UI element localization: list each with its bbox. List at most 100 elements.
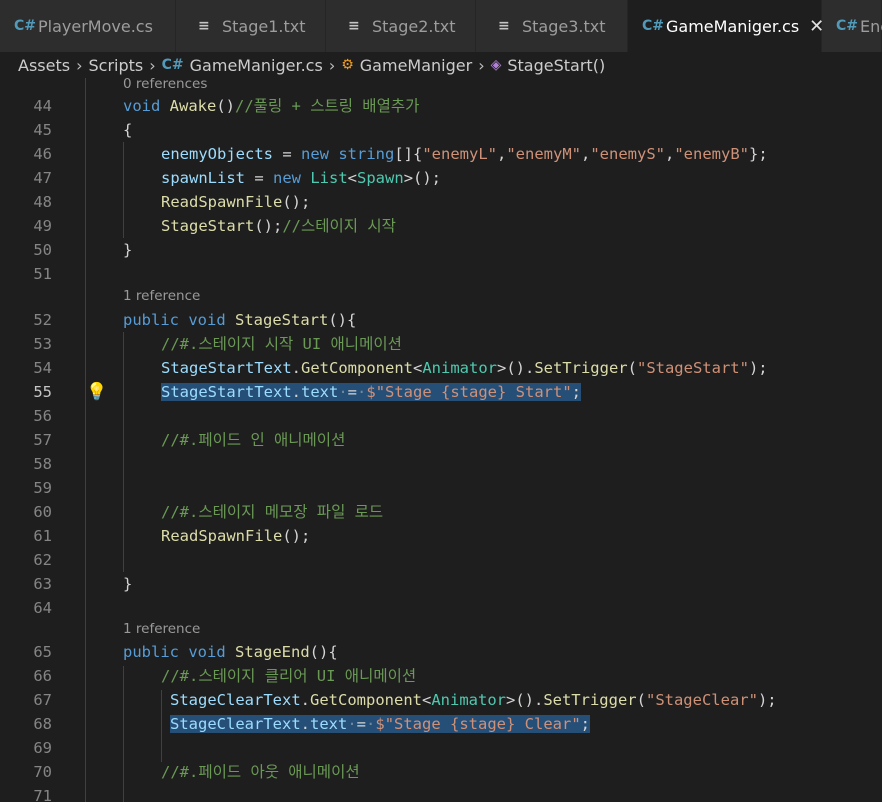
breadcrumb-method[interactable]: StageStart() [507, 56, 605, 75]
chevron-right-icon: › [76, 55, 83, 75]
code-line: 45 { [0, 118, 882, 142]
code-comment: //#.스테이지 시작 UI 애니메이션 [161, 335, 402, 353]
code-line: 69 [0, 736, 882, 760]
csharp-icon: C# [836, 18, 859, 34]
code-line: 68 StageClearText.text·=·$"Stage {stage}… [0, 712, 882, 736]
code-line: 64 [0, 596, 882, 620]
code-line: 66 //#.스테이지 클리어 UI 애니메이션 [0, 664, 882, 688]
tab-label: Stage2.txt [372, 16, 456, 36]
code-line: 67 StageClearText.GetComponent<Animator>… [0, 688, 882, 712]
line-number: 56 [33, 407, 52, 425]
breadcrumb-scripts[interactable]: Scripts [88, 56, 143, 75]
code-line: 62 [0, 548, 882, 572]
breadcrumb-class[interactable]: GameManiger [360, 56, 472, 75]
breadcrumb: Assets › Scripts › C# GameManiger.cs › ⚙… [0, 52, 882, 78]
breadcrumb-assets[interactable]: Assets [18, 56, 70, 75]
tab-stage2[interactable]: ≡ Stage2.txt [326, 0, 476, 52]
code-line: 63 } [0, 572, 882, 596]
line-number: 59 [33, 479, 52, 497]
code-string: "enemyM" [506, 145, 581, 163]
code-line: 47 spawnList = new List<Spawn>(); [0, 166, 882, 190]
code-line: 60 //#.스테이지 메모장 파일 로드 [0, 500, 882, 524]
line-number: 67 [33, 691, 52, 709]
text-file-icon: ≡ [348, 18, 360, 34]
code-comment: //풀링 + 스트링 배열추가 [235, 97, 420, 115]
line-number: 61 [33, 527, 52, 545]
line-number: 66 [33, 667, 52, 685]
method-cube-icon: ◈ [490, 57, 502, 73]
code-lens-references[interactable]: 1 reference [123, 619, 200, 639]
code-line: 46 enemyObjects = new string[]{"enemyL",… [0, 142, 882, 166]
code-line: 49 StageStart();//스테이지 시작 [0, 214, 882, 238]
csharp-icon: C# [161, 57, 184, 73]
breadcrumb-file[interactable]: GameManiger.cs [190, 56, 323, 75]
code-comment: //#.스테이지 메모장 파일 로드 [161, 503, 384, 521]
lightbulb-icon[interactable]: 💡 [86, 380, 107, 404]
code-lens-references[interactable]: 0 references [123, 78, 207, 94]
line-number: 63 [33, 575, 52, 593]
chevron-right-icon: › [149, 55, 156, 75]
code-line-current: 55 💡 StageStartText.text·=·$"Stage {stag… [0, 380, 882, 404]
line-number: 62 [33, 551, 52, 569]
code-string: "StageClear" [645, 691, 758, 709]
code-line: 44 void Awake()//풀링 + 스트링 배열추가 [0, 94, 882, 118]
class-icon: ⚙ [341, 57, 354, 73]
tab-ene[interactable]: C# Ene [822, 0, 882, 52]
line-number: 54 [33, 359, 52, 377]
code-string: $"Stage {stage} Start" [366, 383, 572, 401]
code-editor[interactable]: 0 references 1 reference 1 reference 44 … [0, 78, 882, 802]
tab-label: PlayerMove.cs [38, 16, 153, 36]
tab-label: Stage1.txt [222, 16, 306, 36]
tab-label: GameManiger.cs [666, 16, 800, 36]
tab-stage1[interactable]: ≡ Stage1.txt [176, 0, 326, 52]
code-line: 50 } [0, 238, 882, 262]
line-number: 68 [33, 715, 52, 733]
code-line: 61 ReadSpawnFile(); [0, 524, 882, 548]
code-comment: //스테이지 시작 [282, 217, 396, 235]
tab-stage3[interactable]: ≡ Stage3.txt [476, 0, 628, 52]
selection-highlight: StageClearText.text·=·$"Stage {stage} Cl… [170, 715, 591, 733]
text-file-icon: ≡ [198, 18, 210, 34]
code-line: 51 [0, 262, 882, 286]
code-string: $"Stage {stage} Clear" [375, 715, 581, 733]
code-comment: //#.페이드 인 애니메이션 [161, 431, 346, 449]
code-line: 57 //#.페이드 인 애니메이션 [0, 428, 882, 452]
tab-label: Stage3.txt [522, 16, 606, 36]
line-number: 69 [33, 739, 52, 757]
line-number: 55 [33, 383, 52, 401]
code-comment: //#.페이드 아웃 애니메이션 [161, 763, 360, 781]
code-line: 53 //#.스테이지 시작 UI 애니메이션 [0, 332, 882, 356]
line-number: 51 [33, 265, 52, 283]
line-number: 71 [33, 787, 52, 802]
line-number: 60 [33, 503, 52, 521]
chevron-right-icon: › [478, 55, 485, 75]
code-string: "enemyS" [590, 145, 665, 163]
code-line: 65 public void StageEnd(){ [0, 640, 882, 664]
line-number: 48 [33, 193, 52, 211]
code-line: 56 [0, 404, 882, 428]
text-file-icon: ≡ [498, 18, 510, 34]
line-number: 58 [33, 455, 52, 473]
code-string: "enemyB" [674, 145, 749, 163]
code-string: "StageStart" [636, 359, 749, 377]
code-line: 48 ReadSpawnFile(); [0, 190, 882, 214]
line-number: 45 [33, 121, 52, 139]
line-number: 65 [33, 643, 52, 661]
code-line: 58 [0, 452, 882, 476]
code-line: 70 //#.페이드 아웃 애니메이션 [0, 760, 882, 784]
line-number: 64 [33, 599, 52, 617]
code-line: 52 public void StageStart(){ [0, 308, 882, 332]
line-number: 53 [33, 335, 52, 353]
code-lens-references[interactable]: 1 reference [123, 286, 200, 306]
csharp-icon: C# [14, 18, 37, 34]
code-line: 71 [0, 784, 882, 802]
csharp-icon: C# [642, 18, 665, 34]
tab-playermove[interactable]: C# PlayerMove.cs [0, 0, 176, 52]
tab-bar: C# PlayerMove.cs ≡ Stage1.txt ≡ Stage2.t… [0, 0, 882, 52]
chevron-right-icon: › [328, 55, 336, 75]
tab-gamemaniger[interactable]: C# GameManiger.cs ✕ [628, 0, 824, 52]
line-number: 44 [33, 97, 52, 115]
code-comment: //#.스테이지 클리어 UI 애니메이션 [161, 667, 417, 685]
line-number: 52 [33, 311, 52, 329]
code-string: "enemyL" [422, 145, 497, 163]
